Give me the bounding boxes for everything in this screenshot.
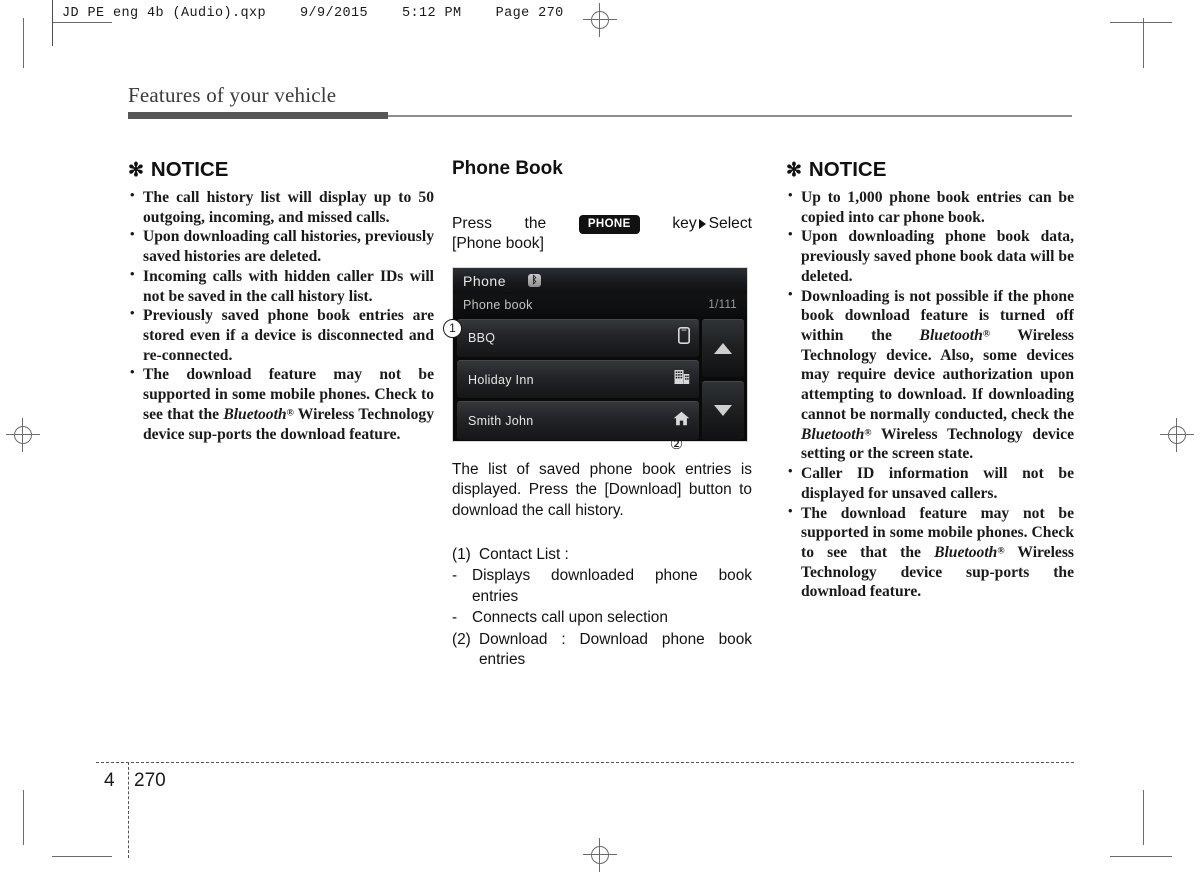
document-file-header: JD PE eng 4b (Audio).qxp 9/9/2015 5:12 P… <box>62 6 564 21</box>
notice-list-left: The call history list will display up to… <box>128 187 434 444</box>
contact-name: Holiday Inn <box>468 372 534 387</box>
item-label: - <box>452 567 458 585</box>
screen-title: Phone <box>463 272 506 289</box>
crop-line-left-upper <box>23 18 24 68</box>
bluetooth-brand: Bluetooth <box>223 405 287 423</box>
screen-entry-counter: 1/111 <box>708 299 737 312</box>
item-text: Download : Download phone book entries <box>479 630 752 669</box>
notice-heading-left: ✻ NOTICE <box>128 158 434 182</box>
screen-titlebar: Phone ᛒ <box>453 267 747 294</box>
section-heading-phone-book: Phone Book <box>452 158 563 179</box>
crop-line-left-lower <box>23 790 24 845</box>
screen-subbar: Phone book 1/111 <box>453 293 747 317</box>
item-label: - <box>452 609 458 627</box>
registered-mark: ® <box>982 328 991 340</box>
notice-item-download-bluetooth: Downloading is not possible if the phone… <box>786 286 1074 464</box>
notice-item: Incoming calls with hidden caller IDs wi… <box>128 266 434 306</box>
crop-line-bottom-left <box>52 856 112 857</box>
list-item[interactable]: Holiday Inn <box>457 359 699 399</box>
callout-marker-2: ② <box>669 436 684 454</box>
list-item-displays-entries: - Displays downloaded phone book entries <box>452 566 752 607</box>
contact-name: BBQ <box>468 331 496 346</box>
head-unit-screen: Phone ᛒ Phone book 1/111 BBQ Holiday Inn… <box>452 266 748 442</box>
scroll-up-button[interactable] <box>702 318 744 378</box>
page-title: Features of your vehicle <box>128 83 337 107</box>
middle-column: Phone Book Press the PHONE key Select [P… <box>443 158 752 672</box>
item-text: Displays downloaded phone book entries <box>472 567 752 605</box>
title-rule-light <box>388 115 1072 117</box>
arrow-right-icon <box>698 219 706 230</box>
notice-label: NOTICE <box>808 158 887 181</box>
notice-list-right: Up to 1,000 phone book entries can be co… <box>786 187 1074 603</box>
crop-line-top-right <box>1110 22 1172 23</box>
screen-sub-label: Phone book <box>463 298 533 313</box>
key-word: key <box>672 215 697 232</box>
registration-mark-right <box>1160 418 1194 452</box>
right-column: ✻ NOTICE Up to 1,000 phone book entries … <box>786 158 1074 602</box>
phone-key-badge[interactable]: PHONE <box>578 214 640 234</box>
contact-list: BBQ Holiday Inn Smith John <box>457 318 699 440</box>
triangle-up-icon <box>714 342 732 354</box>
select-word: Select <box>708 215 752 232</box>
item-label: (2) <box>452 630 471 648</box>
notice-item: The call history list will display up to… <box>128 187 434 227</box>
footer-divider-vertical <box>128 762 129 858</box>
crop-line-right-upper <box>1143 18 1144 68</box>
office-building-icon <box>674 369 690 390</box>
notice-item: Previously saved phone book entries are … <box>128 305 434 365</box>
scroll-down-button[interactable] <box>702 381 744 440</box>
footer-chapter-number: 4 <box>104 770 115 791</box>
notice-heading-right: ✻ NOTICE <box>786 158 1074 182</box>
scrollbar-controls[interactable] <box>702 318 744 440</box>
press-word: Press <box>452 215 492 232</box>
registration-mark-bottom <box>583 838 617 872</box>
registration-mark-top <box>583 3 617 37</box>
notice-label: NOTICE <box>150 158 229 181</box>
bluetooth-brand: Bluetooth <box>801 425 865 443</box>
header-divider <box>52 0 53 46</box>
notice-item: Upon downloading phone book data, previo… <box>786 226 1074 286</box>
screen-body: BBQ Holiday Inn Smith John <box>453 317 747 441</box>
bluetooth-icon: ᛒ <box>527 274 541 288</box>
the-word: the <box>524 215 547 232</box>
body-paragraph: The list of saved phone book entries is … <box>452 460 752 519</box>
notice-item: Upon downloading call histories, previou… <box>128 226 434 266</box>
key-arrow-select: key Select <box>672 214 752 234</box>
asterisk-icon: ✻ <box>786 160 802 181</box>
item-text: Connects call upon selection <box>472 609 668 627</box>
home-icon <box>673 411 690 431</box>
footer-divider-horizontal <box>96 762 1074 763</box>
notice-item: Caller ID information will not be displa… <box>786 463 1074 503</box>
list-item[interactable]: BBQ <box>457 318 699 357</box>
list-item-contact-list: (1) Contact List : <box>452 545 752 565</box>
numbered-description-list: (1) Contact List : - Displays downloaded… <box>452 545 752 671</box>
item-text: Contact List : <box>479 545 569 563</box>
crop-line-bottom-right <box>1110 856 1172 857</box>
notice-item: Up to 1,000 phone book entries can be co… <box>786 187 1074 227</box>
notice-item-support-bluetooth: The download feature may not be supporte… <box>786 503 1074 603</box>
notice-item-bluetooth: The download feature may not be supporte… <box>128 364 434 444</box>
triangle-down-icon <box>714 405 732 417</box>
registered-mark: ® <box>286 407 294 419</box>
list-item[interactable]: Smith John <box>457 401 699 440</box>
contact-name: Smith John <box>468 413 534 428</box>
bluetooth-brand: Bluetooth <box>919 327 983 345</box>
registration-mark-left <box>6 418 40 452</box>
footer-page-number: 270 <box>134 770 166 791</box>
crop-line-right-lower <box>1143 790 1144 845</box>
callout-marker-1: 1 <box>443 318 462 338</box>
mobile-phone-icon <box>678 327 690 349</box>
device-screenshot-wrapper: 1 ② Phone ᛒ Phone book 1/111 BBQ Holiday… <box>443 266 752 453</box>
item-label: (1) <box>452 545 471 563</box>
press-instruction: Press the PHONE key Select [Phone book] <box>452 214 752 255</box>
press-second-line: [Phone book] <box>452 235 544 253</box>
registered-mark: ® <box>997 545 1005 557</box>
title-rule-dark <box>128 112 388 119</box>
list-item-download: (2) Download : Download phone book entri… <box>452 630 752 671</box>
list-item-connects-call: - Connects call upon selection <box>452 608 752 628</box>
asterisk-icon: ✻ <box>128 160 144 181</box>
crop-line-top-left <box>52 22 112 23</box>
bluetooth-brand: Bluetooth <box>934 543 998 561</box>
left-column: ✻ NOTICE The call history list will disp… <box>128 158 434 444</box>
